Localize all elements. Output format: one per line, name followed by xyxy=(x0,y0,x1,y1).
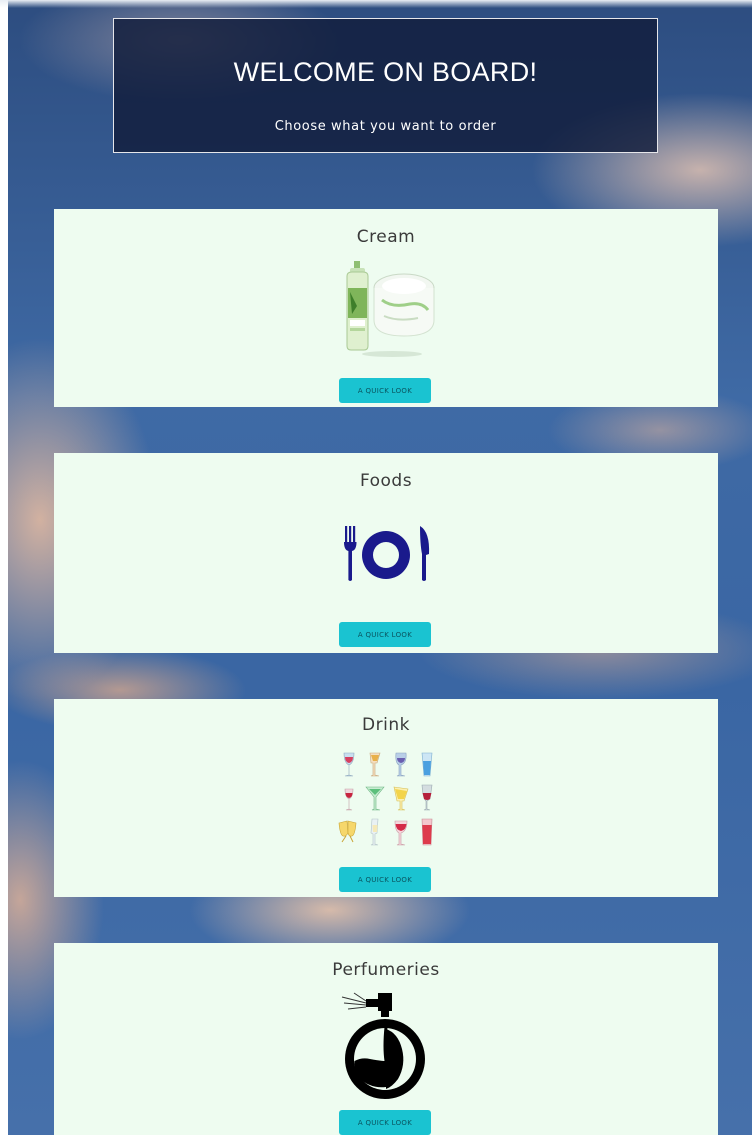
category-card-cream: Cream A QUICK LOOK xyxy=(54,209,718,407)
page-left-edge xyxy=(0,0,8,1135)
quick-look-button-foods[interactable]: A QUICK LOOK xyxy=(339,622,431,647)
plate-fork-knife-icon xyxy=(344,526,430,581)
category-title: Foods xyxy=(359,471,413,491)
page-top-edge xyxy=(0,0,752,8)
category-card-foods: Foods A QUICK LOOK xyxy=(54,453,718,653)
category-card-drink: Drink A QUICK LOOK xyxy=(54,699,718,897)
quick-look-button-cream[interactable]: A QUICK LOOK xyxy=(339,378,431,403)
category-card-perfumeries: Perfumeries A QUICK LOOK xyxy=(54,943,718,1135)
cream-bottles-icon xyxy=(346,261,435,357)
category-title: Perfumeries xyxy=(332,960,440,980)
welcome-banner: WELCOME ON BOARD! Choose what you want t… xyxy=(113,18,658,153)
category-title: Drink xyxy=(362,715,410,735)
perfume-bottle-icon xyxy=(341,992,425,1099)
welcome-title: WELCOME ON BOARD! xyxy=(233,57,538,87)
welcome-subtitle: Choose what you want to order xyxy=(274,119,497,134)
quick-look-button-drink[interactable]: A QUICK LOOK xyxy=(339,867,431,892)
drink-glasses-icon xyxy=(338,752,433,846)
category-title: Cream xyxy=(356,227,416,247)
quick-look-button-perfumeries[interactable]: A QUICK LOOK xyxy=(339,1110,431,1135)
